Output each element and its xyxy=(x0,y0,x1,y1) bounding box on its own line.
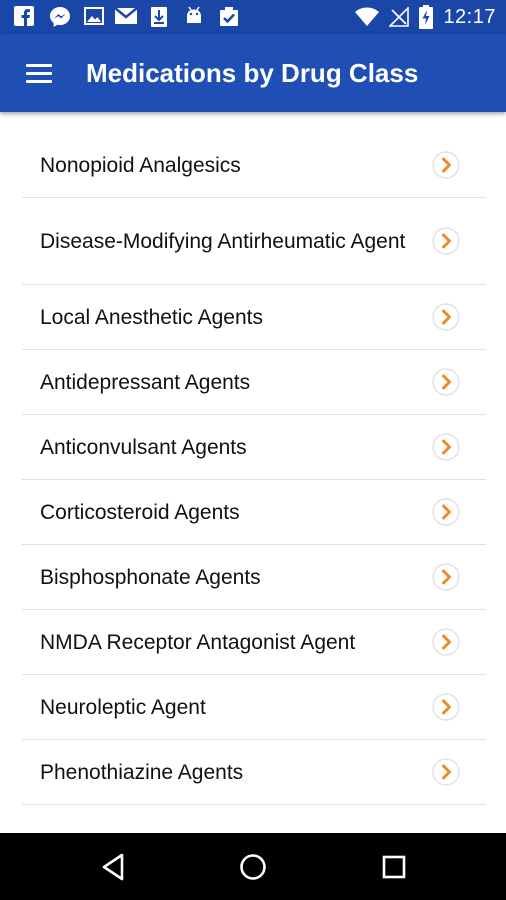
chevron-right-circle-icon xyxy=(432,628,460,656)
back-icon[interactable] xyxy=(98,851,130,883)
page-title: Medications by Drug Class xyxy=(86,58,419,88)
chevron-right-circle-icon xyxy=(432,433,460,461)
chevron-right-circle-icon xyxy=(432,498,460,526)
list-item[interactable]: Antidepressant Agents xyxy=(22,350,486,415)
status-bar: 12:17 xyxy=(0,0,506,34)
list-item-label: Local Anesthetic Agents xyxy=(40,305,263,329)
list-item-label: Disease-Modifying Antirheumatic Agent xyxy=(40,229,406,253)
list-item-label: Antidepressant Agents xyxy=(40,370,251,394)
system-nav-bar xyxy=(0,833,506,900)
home-icon[interactable] xyxy=(237,851,269,883)
list-item[interactable]: Local Anesthetic Agents xyxy=(22,285,486,350)
android-icon xyxy=(187,6,201,23)
list-item[interactable]: NMDA Receptor Antagonist Agent xyxy=(22,610,486,675)
list-item[interactable]: Corticosteroid Agents xyxy=(22,480,486,545)
list-item-label: Neuroleptic Agent xyxy=(40,695,206,719)
chevron-right-circle-icon xyxy=(432,758,460,786)
list-item-label: Phenothiazine Agents xyxy=(40,760,244,784)
list-item[interactable]: Disease-Modifying Antirheumatic Agent xyxy=(22,198,486,285)
clipboard-check-icon xyxy=(220,7,238,26)
list-item-label: Bisphosphonate Agents xyxy=(40,565,261,589)
gmail-icon xyxy=(114,7,138,24)
clock: 12:17 xyxy=(443,5,496,28)
messenger-icon xyxy=(50,7,70,27)
list-item[interactable]: Nonopioid Analgesics xyxy=(22,133,486,198)
list-item-label: NMDA Receptor Antagonist Agent xyxy=(40,630,356,654)
list-item[interactable]: Phenothiazine Agents xyxy=(22,740,486,805)
no-signal-icon xyxy=(389,7,410,27)
hamburger-menu-icon[interactable] xyxy=(18,56,58,92)
image-icon xyxy=(84,7,104,25)
list-item-label: Corticosteroid Agents xyxy=(40,500,240,524)
download-icon xyxy=(151,7,167,27)
list-item-label: Anticonvulsant Agents xyxy=(40,435,247,459)
chevron-right-circle-icon xyxy=(432,303,460,331)
wifi-icon xyxy=(355,7,380,26)
list-item-label: Nonopioid Analgesics xyxy=(40,153,241,177)
facebook-icon xyxy=(14,6,34,26)
chevron-right-circle-icon xyxy=(432,227,460,255)
chevron-right-circle-icon xyxy=(432,693,460,721)
recents-icon[interactable] xyxy=(378,851,410,883)
list-item[interactable]: Bisphosphonate Agents xyxy=(22,545,486,610)
chevron-right-circle-icon xyxy=(432,563,460,591)
drug-class-list: Nonopioid Analgesics Disease-Modifying A… xyxy=(22,133,486,805)
battery-charging-icon xyxy=(419,5,434,29)
chevron-right-circle-icon xyxy=(432,151,460,179)
chevron-right-circle-icon xyxy=(432,368,460,396)
list-item[interactable]: Neuroleptic Agent xyxy=(22,675,486,740)
list-item[interactable]: Anticonvulsant Agents xyxy=(22,415,486,480)
app-bar: Medications by Drug Class xyxy=(0,34,506,112)
